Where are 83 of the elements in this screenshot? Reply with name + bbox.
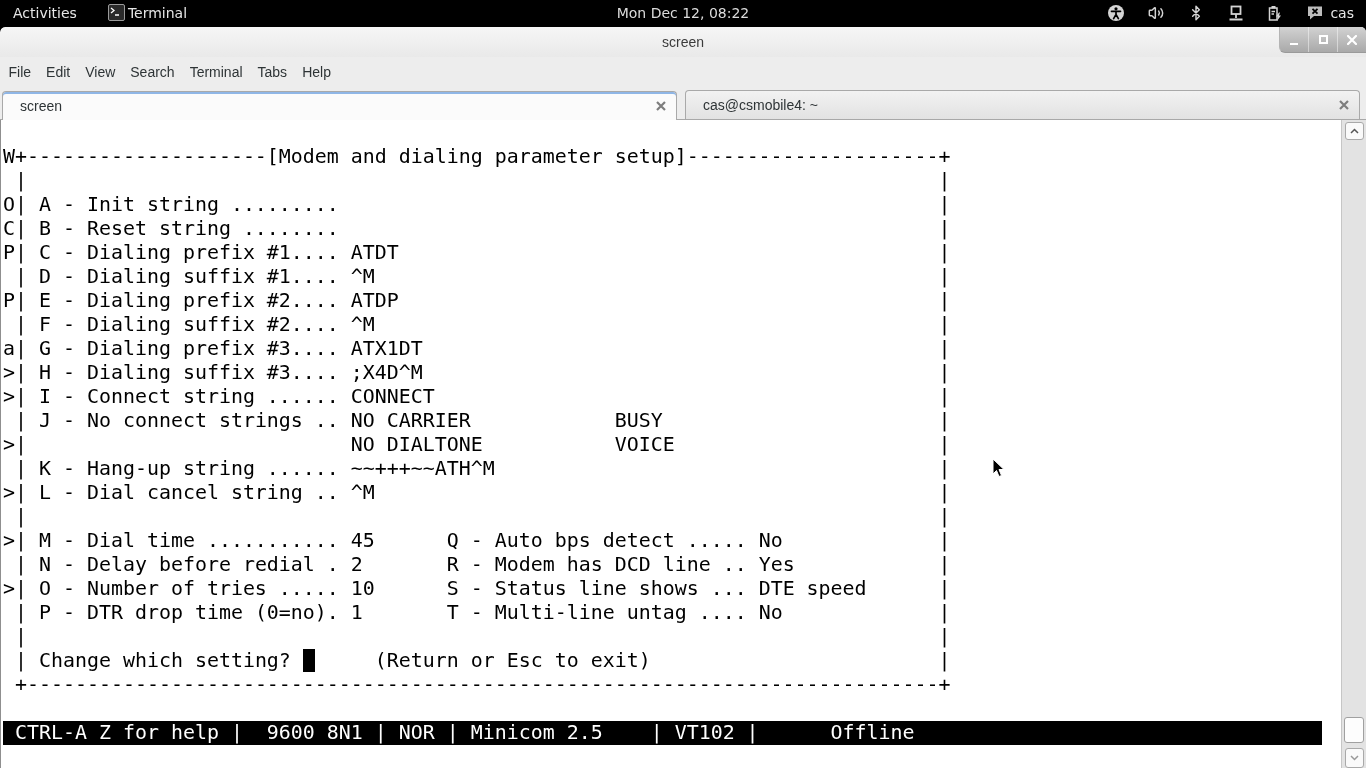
menu-item[interactable]: File	[1, 64, 39, 80]
caret-down-icon	[1349, 755, 1359, 761]
user-menu[interactable]: cas	[1330, 4, 1354, 21]
accessibility-icon[interactable]	[1108, 4, 1125, 21]
terminal-text: |	[15, 505, 27, 528]
terminal-icon	[107, 4, 125, 21]
terminal-text: P| E - Dialing prefix #2.... ATDP	[3, 289, 399, 312]
terminal-text: >| I - Connect string ...... CONNECT	[3, 385, 435, 408]
scroll-up-button[interactable]	[1344, 122, 1364, 140]
terminal-text: |	[938, 457, 951, 480]
terminal-text: |	[938, 361, 951, 384]
terminal-text: |	[938, 169, 951, 192]
terminal-text: |	[938, 409, 951, 432]
terminal-text: >| O - Number of tries ..... 10	[3, 577, 375, 600]
terminal-text: |	[15, 625, 27, 648]
maximize-icon[interactable]	[1318, 35, 1328, 44]
menu-item[interactable]: Search	[122, 64, 183, 80]
terminal-text: |	[938, 217, 951, 240]
terminal-text: >| L - Dial cancel string .. ^M	[3, 481, 375, 504]
terminal-text: (Return or Esc to exit)	[374, 649, 651, 672]
terminal-text: |	[938, 385, 951, 408]
terminal-text: VOICE	[614, 433, 675, 456]
terminal-text: |	[938, 553, 951, 576]
terminal-text: |	[15, 169, 27, 192]
terminal-text: |	[938, 577, 951, 600]
activities-button[interactable]: Activities	[0, 0, 90, 25]
menu-item[interactable]: View	[77, 64, 123, 80]
terminal-text: +----------------------------------------------------------------------------+	[15, 673, 951, 696]
terminal-text: | D - Dialing suffix #1.... ^M	[15, 265, 375, 288]
terminal-text: |	[938, 289, 951, 312]
terminal-text: >| H - Dialing suffix #3.... ;X4D^M	[3, 361, 423, 384]
minimize-icon[interactable]	[1290, 42, 1298, 45]
terminal-text: >|	[3, 433, 27, 456]
close-tab-icon[interactable]	[656, 101, 666, 111]
network-icon[interactable]	[1228, 4, 1245, 21]
terminal-text: |	[938, 625, 951, 648]
terminal-text: a| G - Dialing prefix #3.... ATX1DT	[3, 337, 423, 360]
terminal-text: BUSY	[614, 409, 663, 432]
terminal-text: >| M - Dial time ........... 45	[3, 529, 375, 552]
terminal-text: | K - Hang-up string ...... ~~+++~~ATH^M	[15, 457, 495, 480]
terminal-text: |	[938, 601, 951, 624]
terminal-text: P| C - Dialing prefix #1.... ATDT	[3, 241, 399, 264]
terminal-text: NO DIALTONE	[350, 433, 483, 456]
tab[interactable]: screen	[2, 91, 677, 120]
app-menu[interactable]: Terminal	[107, 0, 188, 25]
terminal-text: |	[938, 529, 951, 552]
close-icon[interactable]	[1347, 34, 1357, 45]
terminal-text: |	[938, 265, 951, 288]
terminal-text: | J - No connect strings .. NO CARRIER	[15, 409, 471, 432]
terminal-text: |	[938, 193, 951, 216]
menu-item[interactable]: Terminal	[182, 64, 251, 80]
window-title: screen	[662, 34, 704, 50]
menu-item[interactable]: Edit	[38, 64, 78, 80]
mouse-pointer-icon	[992, 458, 1005, 478]
terminal-text: |	[938, 649, 951, 672]
menu-item[interactable]: Help	[294, 64, 339, 80]
scroll-down-button[interactable]	[1344, 748, 1364, 768]
terminal-text: |	[938, 337, 951, 360]
close-tab-icon[interactable]	[1339, 100, 1349, 110]
terminal-text: R - Modem has DCD line .. Yes	[446, 553, 795, 576]
terminal-text: |	[938, 313, 951, 336]
terminal-text: C| B - Reset string ........	[3, 217, 339, 240]
terminal-text: | F - Dialing suffix #2.... ^M	[15, 313, 375, 336]
menu-item[interactable]: Tabs	[250, 64, 295, 80]
chat-icon[interactable]	[1307, 4, 1324, 21]
terminal-text: | P - DTR drop time (0=no). 1	[15, 601, 363, 624]
terminal-text: |	[938, 433, 951, 456]
terminal-text: Q - Auto bps detect ..... No	[446, 529, 783, 552]
tab[interactable]: cas@csmobile4: ~	[685, 90, 1360, 119]
terminal-text: |	[938, 241, 951, 264]
clock[interactable]: Mon Dec 12, 08:22	[616, 4, 750, 21]
terminal-text: T - Multi-line untag .... No	[446, 601, 783, 624]
terminal-text: | Change which setting?	[15, 649, 291, 672]
terminal-text: | N - Delay before redial . 2	[15, 553, 363, 576]
scrollbar-thumb[interactable]	[1344, 717, 1364, 743]
caret-up-icon	[1349, 128, 1359, 134]
terminal-text: W+--------------------[Modem and dialing parameter setup]---------------------+	[3, 145, 951, 168]
terminal-text: |	[938, 505, 951, 528]
volume-icon[interactable]	[1148, 4, 1165, 21]
terminal-text: O| A - Init string .........	[3, 193, 339, 216]
terminal-text: |	[938, 481, 951, 504]
terminal-text: S - Status line shows ... DTE speed	[446, 577, 867, 600]
battery-icon[interactable]	[1266, 4, 1283, 21]
